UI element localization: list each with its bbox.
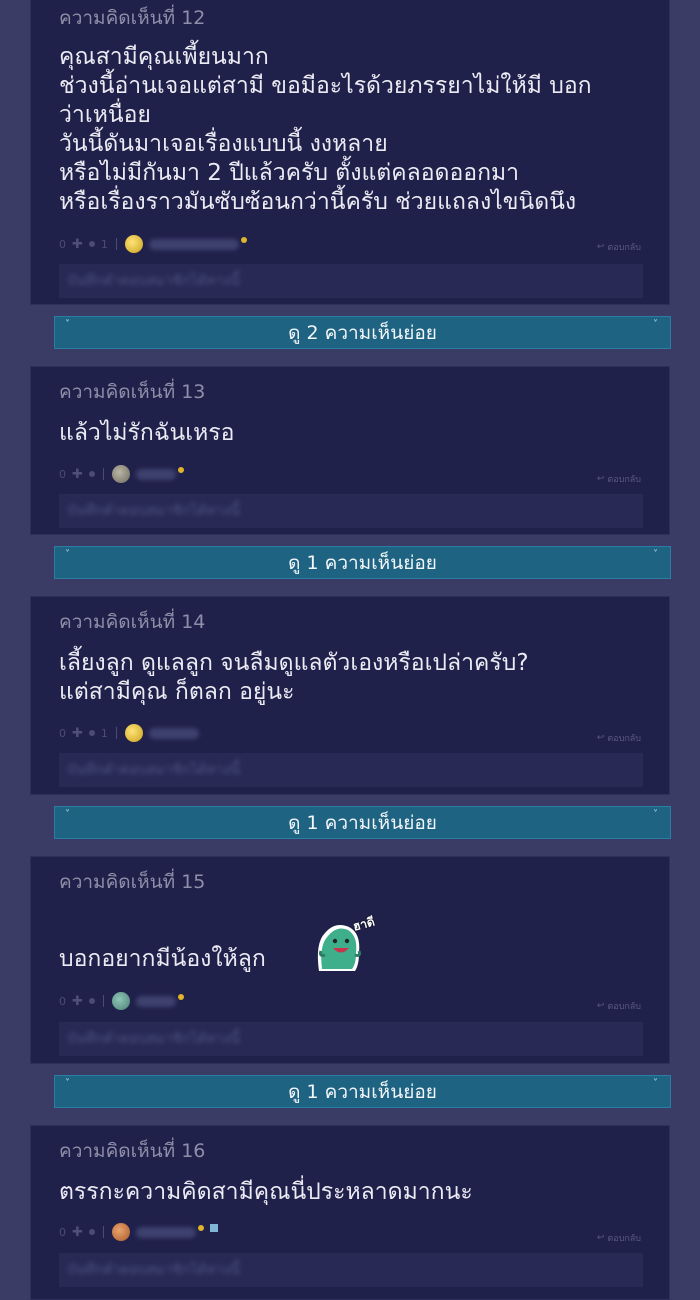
chevron-down-icon: ˅ [653,809,658,820]
reply-button[interactable]: ↩ ตอบกลับ [597,1231,641,1245]
plus-icon[interactable]: ✚ [72,1225,83,1240]
comment-body: คุณสามีคุณเพี้ยนมาก ช่วงนี้อ่านเจอแต่สาม… [59,44,592,215]
comment-number: ความคิดเห็นที่ 16 [59,1140,206,1162]
view-replies-button[interactable]: ˅ ดู 1 ความเห็นย่อย ˅ [54,806,671,839]
like-count: 0 [59,237,66,251]
author-name[interactable] [135,995,176,1007]
author-name[interactable] [148,238,239,250]
comment-meta: 0 ✚ [59,462,184,486]
plus-icon[interactable]: ✚ [72,467,83,482]
comment-card: ความคิดเห็นที่ 13 แล้วไม่รักฉันเหรอ 0 ✚ … [30,366,670,535]
view-replies-button[interactable]: ˅ ดู 2 ความเห็นย่อย ˅ [54,316,671,349]
status-dot [177,467,184,473]
view-replies-label: ดู 2 ความเห็นย่อย [288,321,437,344]
comment-meta: 0 ✚ [59,1220,218,1244]
divider [115,727,117,739]
comment-body: แล้วไม่รักฉันเหรอ [59,420,235,446]
reply-input[interactable]: บันทึกคำตอบสมาชิกได้ทางนี้ [59,1253,643,1287]
avatar[interactable] [124,724,143,742]
plus-icon[interactable]: ✚ [72,994,83,1009]
view-replies-label: ดู 1 ความเห็นย่อย [288,551,437,574]
emotion-icon[interactable] [88,1229,95,1235]
avatar[interactable] [111,465,130,483]
reply-placeholder: บันทึกคำตอบสมาชิกได้ทางนี้ [67,1262,241,1278]
status-dot [197,1225,204,1231]
emotion-icon[interactable] [88,471,95,477]
reply-placeholder: บันทึกคำตอบสมาชิกได้ทางนี้ [67,503,241,519]
chevron-down-icon: ˅ [65,319,70,330]
chevron-down-icon: ˅ [65,1078,70,1089]
comment-number: ความคิดเห็นที่ 15 [59,871,206,893]
status-dot [177,994,184,1000]
view-replies-label: ดู 1 ความเห็นย่อย [288,811,437,834]
reply-label: ตอบกลับ [607,1234,641,1244]
reply-placeholder: บันทึกคำตอบสมาชิกได้ทางนี้ [67,1031,241,1047]
emotion-count: 1 [100,726,108,740]
reply-placeholder: บันทึกคำตอบสมาชิกได้ทางนี้ [67,762,241,778]
view-replies-button[interactable]: ˅ ดู 1 ความเห็นย่อย ˅ [54,546,671,579]
view-replies-button[interactable]: ˅ ดู 1 ความเห็นย่อย ˅ [54,1075,671,1108]
emotion-count: 1 [100,237,108,251]
divider [102,1226,104,1238]
like-count: 0 [59,994,66,1008]
view-replies-label: ดู 1 ความเห็นย่อย [288,1080,437,1103]
avatar[interactable] [111,1223,130,1241]
reply-icon: ↩ [596,1233,605,1243]
reply-placeholder: บันทึกคำตอบสมาชิกได้ทางนี้ [67,273,241,289]
like-count: 0 [59,1225,66,1239]
emotion-icon[interactable] [88,730,95,736]
reply-button[interactable]: ↩ ตอบกลับ [597,731,641,745]
reply-label: ตอบกลับ [607,475,641,485]
comment-number: ความคิดเห็นที่ 13 [59,381,206,403]
comment-card: ความคิดเห็นที่ 16 ตรรกะความคิดสามีคุณนี่… [30,1125,670,1300]
plus-icon[interactable]: ✚ [72,237,83,252]
reply-label: ตอบกลับ [607,734,641,744]
reply-input[interactable]: บันทึกคำตอบสมาชิกได้ทางนี้ [59,494,643,528]
emotion-icon[interactable] [88,998,95,1004]
emotion-icon[interactable] [88,241,95,247]
reply-label: ตอบกลับ [607,243,641,253]
comment-card: ความคิดเห็นที่ 14 เลี้ยงลูก ดูแลลูก จนลื… [30,596,670,795]
chevron-down-icon: ˅ [653,1078,658,1089]
reply-button[interactable]: ↩ ตอบกลับ [597,472,641,486]
chevron-down-icon: ˅ [653,549,658,560]
plus-icon[interactable]: ✚ [72,726,83,741]
chevron-down-icon: ˅ [653,319,658,330]
comment-number: ความคิดเห็นที่ 12 [59,7,206,29]
chevron-down-icon: ˅ [65,809,70,820]
like-count: 0 [59,726,66,740]
reply-label: ตอบกลับ [607,1002,641,1012]
member-badge-icon [209,1224,218,1232]
chevron-down-icon: ˅ [65,549,70,560]
avatar[interactable] [111,992,130,1010]
comment-body: ตรรกะความคิดสามีคุณนี่ประหลาดมากนะ [59,1179,473,1205]
author-name[interactable] [135,1226,196,1238]
comment-meta: 0 ✚ 1 [59,232,247,256]
reply-icon: ↩ [596,1001,605,1011]
status-dot [240,237,247,243]
reply-input[interactable]: บันทึกคำตอบสมาชิกได้ทางนี้ [59,264,643,298]
dino-sticker-icon: ฮาดี [309,913,379,979]
comment-meta: 0 ✚ 1 [59,721,199,745]
author-name[interactable] [148,727,199,739]
divider [115,238,117,250]
comment-meta: 0 ✚ [59,989,184,1013]
comment-number: ความคิดเห็นที่ 14 [59,611,206,633]
reply-icon: ↩ [596,242,605,252]
divider [102,995,104,1007]
comment-body: เลี้ยงลูก ดูแลลูก จนลืมดูแลตัวเองหรือเปล… [59,650,529,705]
reply-input[interactable]: บันทึกคำตอบสมาชิกได้ทางนี้ [59,1022,643,1056]
avatar[interactable] [124,235,143,253]
reply-button[interactable]: ↩ ตอบกลับ [597,999,641,1013]
author-name[interactable] [135,468,176,480]
reply-icon: ↩ [596,474,605,484]
reply-icon: ↩ [596,733,605,743]
comment-card: ความคิดเห็นที่ 15 บอกอยากมีน้องให้ลูก ฮา… [30,856,670,1064]
reply-button[interactable]: ↩ ตอบกลับ [597,240,641,254]
comment-card: ความคิดเห็นที่ 12 คุณสามีคุณเพี้ยนมาก ช่… [30,0,670,305]
reply-input[interactable]: บันทึกคำตอบสมาชิกได้ทางนี้ [59,753,643,787]
like-count: 0 [59,467,66,481]
divider [102,468,104,480]
